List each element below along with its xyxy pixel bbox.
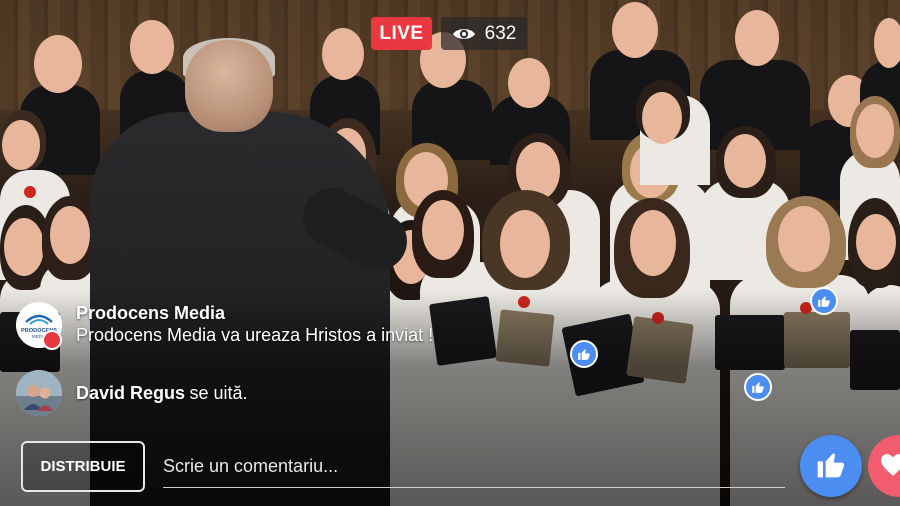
comment-author[interactable]: Prodocens Media [76, 302, 433, 324]
comment-text: se uită. [189, 383, 248, 403]
live-badge: LIVE [371, 17, 432, 50]
viewer-count: 632 [441, 17, 527, 50]
thumbs-up-icon [570, 340, 598, 368]
share-button[interactable]: DISTRIBUIE [21, 441, 145, 492]
comment-item: PRODOCENS MEDIA Prodocens Media Prodocen… [16, 302, 433, 348]
live-indicator-icon [42, 330, 62, 350]
avatar[interactable] [16, 370, 62, 416]
thumbs-up-icon [810, 287, 838, 315]
comment-input-placeholder: Scrie un comentariu... [163, 456, 339, 476]
viewer-count-value: 632 [484, 22, 517, 44]
comment-text: Prodocens Media va ureaza Hristos a invi… [76, 325, 434, 345]
heart-icon [880, 453, 900, 482]
like-button[interactable] [800, 435, 862, 497]
comment-input[interactable]: Scrie un comentariu... [163, 446, 785, 488]
comment-item: David Regus se uită. [16, 370, 248, 416]
thumbs-up-icon [744, 373, 772, 401]
comment-author[interactable]: David Regus [76, 383, 185, 403]
thumbs-up-icon [815, 448, 847, 485]
eye-icon [452, 26, 476, 42]
